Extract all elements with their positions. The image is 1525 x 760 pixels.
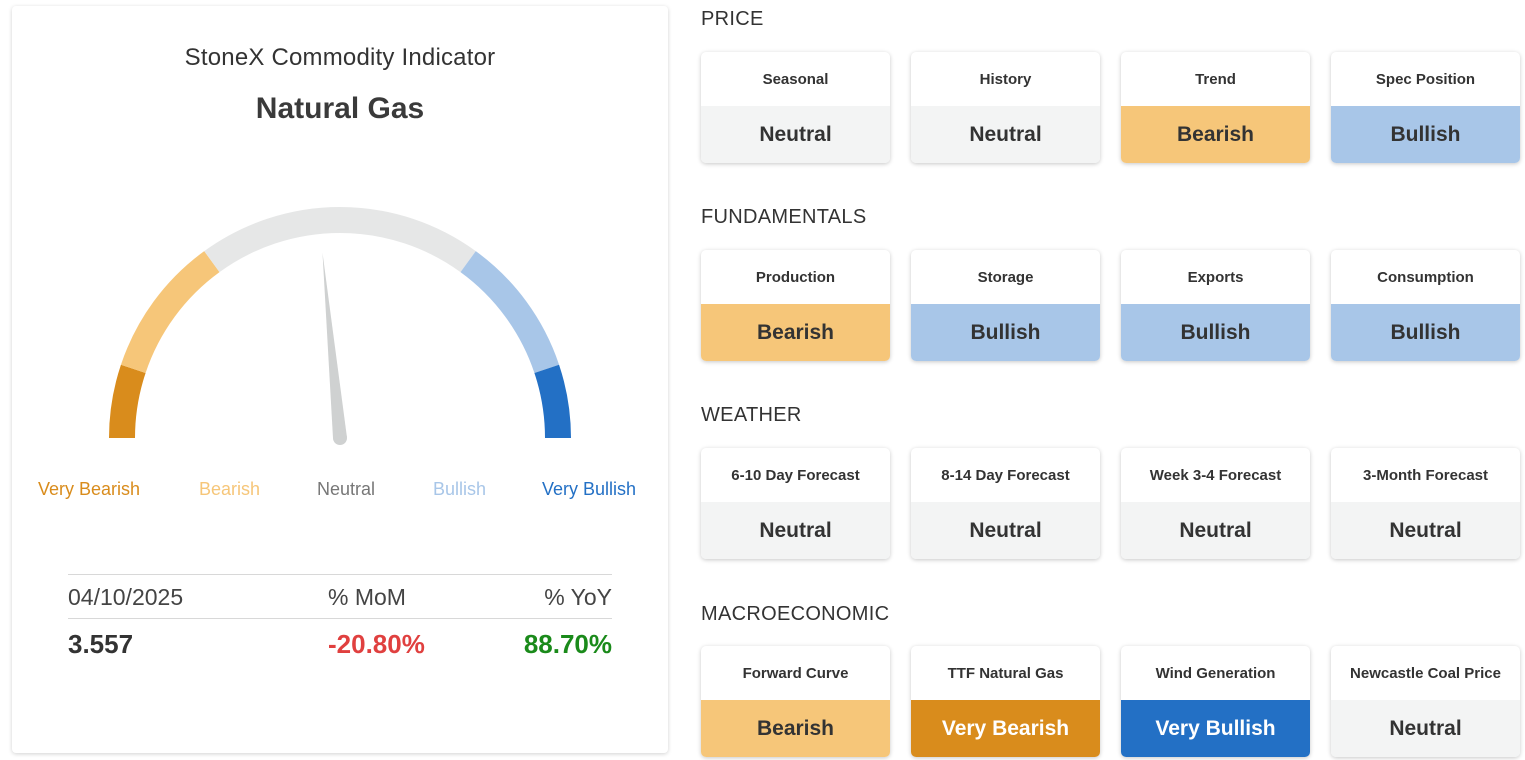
indicator-tile-production[interactable]: Production Bearish [701, 250, 890, 361]
indicator-tile-value: Bearish [1121, 106, 1310, 163]
indicator-tile-label: 3-Month Forecast [1362, 466, 1488, 484]
indicator-card: StoneX Commodity Indicator Natural Gas V… [12, 6, 668, 753]
indicator-tile-consumption[interactable]: Consumption Bullish [1331, 250, 1520, 361]
indicator-tile-forward-curve[interactable]: Forward Curve Bearish [701, 646, 890, 757]
section-title-weather: WEATHER [701, 404, 802, 426]
section-title-price: PRICE [701, 8, 764, 30]
indicator-tile-value: Neutral [911, 502, 1100, 559]
stats-price-value: 3.557 [68, 629, 134, 659]
indicator-tile-value: Neutral [701, 106, 890, 163]
indicator-tile-8-14-day-forecast[interactable]: 8-14 Day Forecast Neutral [911, 448, 1100, 559]
sentiment-gauge [109, 207, 571, 445]
indicator-tile-exports[interactable]: Exports Bullish [1121, 250, 1310, 361]
indicator-tile-wind-generation[interactable]: Wind Generation Very Bullish [1121, 646, 1310, 757]
indicator-tile-label: Seasonal [762, 70, 829, 88]
indicator-tile-value: Bullish [911, 304, 1100, 361]
stats-yoy-label: % YoY [544, 584, 612, 610]
indicator-tile-6-10-day-forecast[interactable]: 6-10 Day Forecast Neutral [701, 448, 890, 559]
indicator-tile-value: Very Bullish [1121, 700, 1310, 757]
indicator-tile-label: Forward Curve [742, 664, 849, 682]
gauge-label-bearish: Bearish [199, 479, 261, 499]
indicator-tile-trend[interactable]: Trend Bearish [1121, 52, 1310, 163]
indicator-tile-label: TTF Natural Gas [947, 664, 1064, 682]
indicator-tile-seasonal[interactable]: Seasonal Neutral [701, 52, 890, 163]
indicator-tile-history[interactable]: History Neutral [911, 52, 1100, 163]
indicator-tile-label: Wind Generation [1155, 664, 1276, 682]
indicator-tile-label: 6-10 Day Forecast [731, 466, 860, 484]
indicator-tile-week-3-4-forecast[interactable]: Week 3-4 Forecast Neutral [1121, 448, 1310, 559]
indicator-tile-label: Exports [1187, 268, 1244, 286]
gauge-arc-bullish [460, 251, 560, 374]
section-title-fundamentals: FUNDAMENTALS [701, 206, 867, 228]
indicator-tile-storage[interactable]: Storage Bullish [911, 250, 1100, 361]
indicator-tile-3-month-forecast[interactable]: 3-Month Forecast Neutral [1331, 448, 1520, 559]
indicator-tile-label: Production [755, 268, 836, 286]
gauge-arc-bearish [120, 251, 220, 374]
stats-mom-label: % MoM [328, 584, 406, 610]
indicator-tile-spec-position[interactable]: Spec Position Bullish [1331, 52, 1520, 163]
indicator-tile-label: Consumption [1377, 268, 1474, 286]
indicator-tile-label: Trend [1195, 70, 1236, 88]
gauge-arc-very-bearish [109, 364, 146, 439]
stats-date: 04/10/2025 [68, 584, 184, 610]
indicator-tile-ttf-natural-gas[interactable]: TTF Natural Gas Very Bearish [911, 646, 1100, 757]
section-title-macroeconomic: MACROECONOMIC [701, 603, 890, 625]
indicator-tile-label: Storage [977, 268, 1034, 286]
indicator-tile-value: Bullish [1331, 106, 1520, 163]
indicator-tile-value: Neutral [911, 106, 1100, 163]
gauge-label-bullish: Bullish [433, 479, 487, 499]
gauge-needle-hub [333, 431, 347, 445]
indicator-tile-value: Bearish [701, 700, 890, 757]
stats-divider-top [68, 574, 612, 575]
indicator-tile-value: Neutral [1121, 502, 1310, 559]
indicator-tile-label: 8-14 Day Forecast [941, 466, 1070, 484]
indicator-tile-value: Neutral [1331, 700, 1520, 757]
gauge-label-neutral: Neutral [317, 479, 376, 499]
stats-divider-middle [68, 618, 612, 619]
indicator-tile-value: Very Bearish [911, 700, 1100, 757]
indicator-tile-label: Newcastle Coal Price [1350, 664, 1501, 682]
indicator-tile-value: Bullish [1331, 304, 1520, 361]
indicator-tile-value: Neutral [701, 502, 890, 559]
indicator-tile-label: Spec Position [1375, 70, 1476, 88]
gauge-label-very-bullish: Very Bullish [542, 479, 637, 499]
gauge-needle [322, 252, 347, 439]
indicator-tile-value: Bullish [1121, 304, 1310, 361]
indicator-tile-value: Bearish [701, 304, 890, 361]
gauge-arc-very-bullish [534, 364, 571, 439]
indicator-tile-label: Week 3-4 Forecast [1149, 466, 1282, 484]
indicator-tile-value: Neutral [1331, 502, 1520, 559]
stats-mom-value: -20.80% [328, 629, 425, 659]
gauge-label-very-bearish: Very Bearish [38, 479, 141, 499]
indicator-tile-newcastle-coal-price[interactable]: Newcastle Coal Price Neutral [1331, 646, 1520, 757]
indicator-tile-label: History [979, 70, 1032, 88]
stats-yoy-value: 88.70% [523, 629, 612, 659]
gauge-arc-neutral [204, 207, 476, 273]
